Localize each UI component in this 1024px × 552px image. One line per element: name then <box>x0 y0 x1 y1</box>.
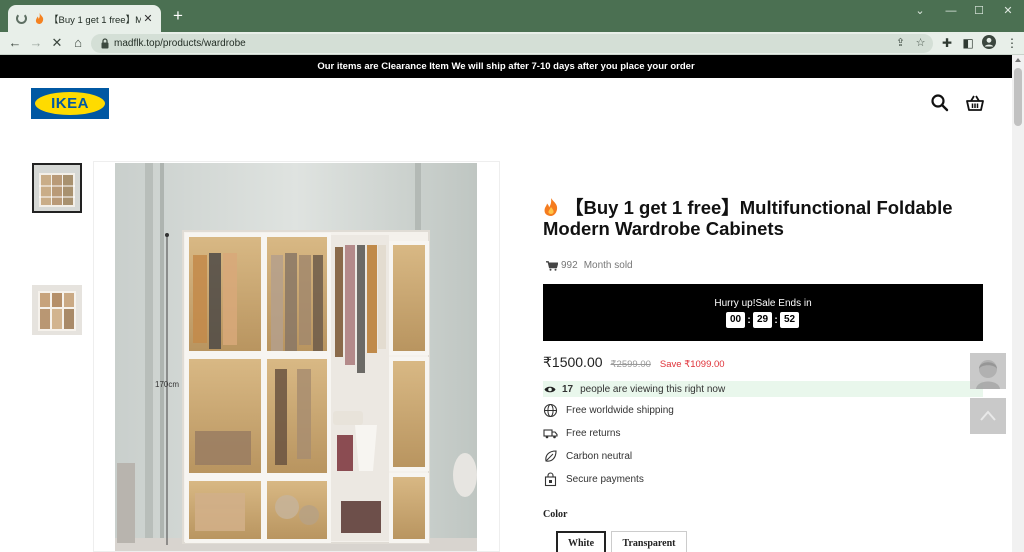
profile-avatar-icon[interactable] <box>981 35 997 51</box>
viewers-text: people are viewing this right now <box>580 383 726 395</box>
tab-search-icon[interactable]: ⌄ <box>913 4 927 18</box>
feature-shipping-label: Free worldwide shipping <box>566 405 674 416</box>
countdown-timer: 00 : 29 : 52 <box>726 312 799 328</box>
countdown-hours: 00 <box>726 312 745 328</box>
feature-returns: Free returns <box>543 426 620 441</box>
browser-toolbar: ← → ✕ ⌂ madflk.top/products/wardrobe ⇪ ☆… <box>0 32 1024 55</box>
product-photo[interactable]: 170cm <box>115 163 477 552</box>
basket-icon[interactable] <box>964 93 986 113</box>
thumbnail-1[interactable] <box>32 163 82 213</box>
leaf-icon <box>545 450 557 462</box>
address-bar[interactable]: madflk.top/products/wardrobe ⇪ ☆ <box>91 34 933 53</box>
current-price: ₹1500.00 <box>543 354 603 370</box>
back-to-top-button[interactable] <box>970 398 1006 434</box>
share-icon[interactable]: ⇪ <box>893 36 908 51</box>
feature-returns-label: Free returns <box>566 428 621 439</box>
announcement-bar: Our items are Clearance Item We will shi… <box>0 55 1012 78</box>
thumbnail-2[interactable] <box>32 285 82 335</box>
countdown-label: Hurry up!Sale Ends in <box>714 298 812 309</box>
store-logo[interactable]: IKEA <box>31 88 109 119</box>
globe-icon <box>543 403 558 418</box>
sale-countdown: Hurry up!Sale Ends in 00 : 29 : 52 <box>543 284 983 341</box>
browser-tab[interactable]: 【Buy 1 get 1 free】Multifunctional ✕ <box>8 5 161 32</box>
page-scrollbar[interactable] <box>1012 55 1024 552</box>
feature-payments-label: Secure payments <box>566 474 644 485</box>
color-option-white[interactable]: White <box>556 531 606 552</box>
countdown-seconds: 52 <box>780 312 799 328</box>
flame-favicon-icon <box>33 13 45 25</box>
extensions-icon[interactable]: ✚ <box>939 35 955 51</box>
live-viewers-banner: 17 people are viewing this right now <box>543 381 983 397</box>
feature-payments: Secure payments <box>543 472 644 487</box>
arrow-up-icon <box>980 410 996 421</box>
back-icon[interactable]: ← <box>7 35 23 51</box>
tab-title: 【Buy 1 get 1 free】Multifunctional <box>49 14 141 26</box>
tab-close-icon[interactable]: ✕ <box>141 12 155 25</box>
browser-menu-icon[interactable]: ⋮ <box>1004 35 1020 51</box>
cart-icon <box>546 260 558 271</box>
height-dimension-label: 170cm <box>155 380 179 389</box>
new-tab-button[interactable]: + <box>170 7 186 25</box>
url-text: madflk.top/products/wardrobe <box>114 38 246 49</box>
side-panel-icon[interactable]: ◧ <box>960 35 976 51</box>
viewer-count: 17 <box>562 383 574 395</box>
compare-price: ₹2599.00 <box>610 359 651 370</box>
sold-info: 992 Month sold <box>546 260 633 271</box>
search-icon[interactable] <box>930 93 950 113</box>
sold-count: 992 <box>561 260 578 271</box>
product-title: 【Buy 1 get 1 free】Multifunctional Foldab… <box>543 197 1003 239</box>
bag-lock-icon <box>544 472 557 487</box>
product-title-text: 【Buy 1 get 1 free】Multifunctional Foldab… <box>543 197 953 239</box>
feature-carbon-label: Carbon neutral <box>566 451 633 462</box>
logo-text: IKEA <box>51 95 89 112</box>
savings-text: Save ₹1099.00 <box>659 359 725 370</box>
color-label: Color <box>543 509 568 520</box>
minimize-button[interactable]: — <box>944 4 958 18</box>
maximize-button[interactable]: ☐ <box>972 4 986 18</box>
chat-avatar-button[interactable] <box>970 353 1006 389</box>
price-row: ₹1500.00 ₹2599.00 Save ₹1099.00 <box>543 354 725 371</box>
lock-icon <box>101 38 109 49</box>
support-avatar-icon <box>976 360 1000 389</box>
logo-oval: IKEA <box>35 92 105 115</box>
countdown-separator: : <box>774 314 778 326</box>
feature-carbon: Carbon neutral <box>543 449 632 464</box>
countdown-separator: : <box>747 314 751 326</box>
countdown-minutes: 29 <box>753 312 772 328</box>
forward-icon[interactable]: → <box>28 35 44 51</box>
flame-icon <box>544 198 558 216</box>
sold-label: Month sold <box>583 260 633 271</box>
bookmark-star-icon[interactable]: ☆ <box>913 36 928 51</box>
browser-tab-strip: 【Buy 1 get 1 free】Multifunctional ✕ + ⌄ … <box>0 0 1024 32</box>
scroll-up-arrow-icon[interactable] <box>1015 58 1021 62</box>
home-icon[interactable]: ⌂ <box>70 35 86 51</box>
stop-loading-icon[interactable]: ✕ <box>49 35 65 51</box>
truck-icon <box>543 429 558 439</box>
eye-icon <box>544 386 556 392</box>
color-option-transparent[interactable]: Transparent <box>611 531 687 552</box>
scrollbar-thumb[interactable] <box>1014 68 1022 126</box>
feature-shipping: Free worldwide shipping <box>543 403 674 418</box>
loading-spinner-icon <box>16 13 27 24</box>
close-window-button[interactable]: ✕ <box>1001 4 1015 18</box>
product-gallery: 170cm <box>93 161 500 552</box>
